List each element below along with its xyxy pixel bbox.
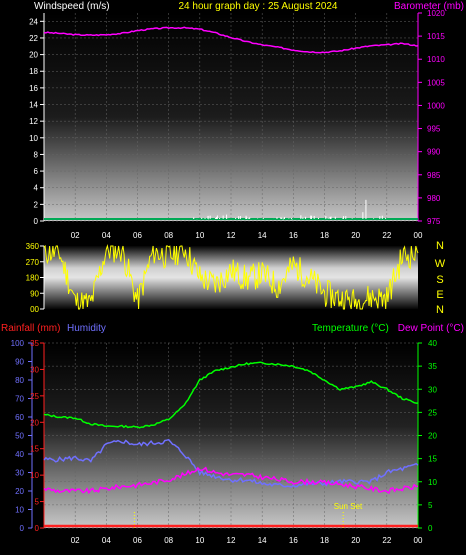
hour-tick-label: 08 — [164, 231, 173, 240]
windspeed-tick-label: 18 — [29, 67, 38, 76]
temperature-tick-label: 10 — [428, 478, 437, 487]
hour-tick-label: 12 — [227, 231, 236, 240]
rainfall-label: Rainfall (mm) — [1, 323, 60, 334]
windspeed-label: Windspeed (m/s) — [34, 1, 110, 12]
hour-tick-label: 00 — [414, 536, 423, 545]
hour-tick-label: 22 — [382, 231, 391, 240]
barometer-tick-label: 990 — [427, 148, 441, 157]
humidity-tick-label: 50 — [15, 432, 24, 441]
compass-n-top: N — [436, 240, 444, 252]
barometer-tick-label: 1005 — [427, 78, 445, 87]
barometer-tick-label: 1015 — [427, 32, 445, 41]
windspeed-tick-label: 12 — [29, 117, 38, 126]
hour-tick-label: 12 — [227, 536, 236, 545]
humidity-tick-label: 80 — [15, 376, 24, 385]
hour-tick-label: 06 — [133, 536, 142, 545]
rainfall-tick-label: 30 — [30, 365, 39, 374]
hour-tick-label: 16 — [289, 231, 298, 240]
windspeed-tick-label: 14 — [29, 101, 38, 110]
barometer-tick-label: 980 — [427, 194, 441, 203]
barometer-tick-label: 1000 — [427, 101, 445, 110]
dewpoint-label: Dew Point (°C) — [398, 323, 464, 334]
windspeed-tick-label: 8 — [34, 150, 39, 159]
rainfall-tick-label: 25 — [30, 392, 39, 401]
barometer-label: Barometer (mb) — [394, 1, 464, 12]
hour-tick-label: 18 — [320, 536, 329, 545]
hour-tick-label: 18 — [320, 231, 329, 240]
weather-graph: 0246810121416182022249759809859909951000… — [1, 1, 464, 545]
sunset-label: Sun Set — [334, 502, 363, 511]
direction-tick-label: 360 — [26, 242, 40, 251]
temperature-tick-label: 35 — [428, 362, 437, 371]
humidity-tick-label: 70 — [15, 395, 24, 404]
hour-tick-label: 02 — [71, 231, 80, 240]
compass-w: W — [435, 258, 446, 270]
hour-tick-label: 14 — [258, 536, 267, 545]
compass-e: E — [436, 289, 443, 301]
windspeed-tick-label: 10 — [29, 134, 38, 143]
temperature-tick-label: 20 — [428, 432, 437, 441]
temperature-label: Temperature (°C) — [312, 323, 389, 334]
temperature-tick-label: 25 — [428, 408, 437, 417]
humidity-tick-label: 20 — [15, 487, 24, 496]
humidity-tick-label: 60 — [15, 413, 24, 422]
compass-n-bottom: N — [436, 304, 444, 316]
direction-tick-label: 00 — [30, 305, 39, 314]
rainfall-tick-label: 35 — [30, 339, 39, 348]
windspeed-tick-label: 16 — [29, 84, 38, 93]
windspeed-tick-label: 0 — [34, 217, 39, 226]
rainfall-tick-label: 0 — [35, 524, 40, 533]
hour-tick-label: 22 — [382, 536, 391, 545]
direction-tick-label: 90 — [30, 289, 39, 298]
humidity-label: Humidity — [67, 323, 106, 334]
humidity-tick-label: 90 — [15, 358, 24, 367]
compass-s: S — [436, 274, 443, 286]
windspeed-tick-label: 4 — [34, 184, 39, 193]
direction-tick-label: 270 — [26, 258, 40, 267]
direction-panel-bg — [44, 246, 418, 309]
humidity-tick-label: 30 — [15, 469, 24, 478]
rainfall-tick-label: 20 — [30, 418, 39, 427]
hour-tick-label: 08 — [164, 536, 173, 545]
hour-tick-label: 00 — [414, 231, 423, 240]
temperature-tick-label: 15 — [428, 455, 437, 464]
humidity-tick-label: 0 — [20, 524, 25, 533]
windspeed-tick-label: 6 — [34, 167, 39, 176]
temperature-tick-label: 0 — [428, 524, 433, 533]
windspeed-tick-label: 24 — [29, 17, 38, 26]
hour-tick-label: 10 — [195, 536, 204, 545]
temperature-tick-label: 30 — [428, 385, 437, 394]
windspeed-tick-label: 2 — [34, 200, 39, 209]
humidity-tick-label: 10 — [15, 506, 24, 515]
barometer-tick-label: 975 — [427, 217, 441, 226]
hour-tick-label: 20 — [351, 231, 360, 240]
hour-tick-label: 04 — [102, 231, 111, 240]
hour-tick-label: 04 — [102, 536, 111, 545]
hour-tick-label: 10 — [195, 231, 204, 240]
humidity-tick-label: 100 — [11, 339, 25, 348]
hour-tick-label: 14 — [258, 231, 267, 240]
hour-tick-label: 16 — [289, 536, 298, 545]
graph-title: 24 hour graph day : 25 August 2024 — [178, 1, 337, 12]
hour-tick-label: 02 — [71, 536, 80, 545]
temperature-tick-label: 5 — [428, 501, 433, 510]
barometer-tick-label: 985 — [427, 171, 441, 180]
temperature-tick-label: 40 — [428, 339, 437, 348]
hour-tick-label: 20 — [351, 536, 360, 545]
windspeed-tick-label: 22 — [29, 34, 38, 43]
barometer-tick-label: 995 — [427, 125, 441, 134]
barometer-tick-label: 1010 — [427, 55, 445, 64]
direction-tick-label: 180 — [26, 274, 40, 283]
humidity-tick-label: 40 — [15, 450, 24, 459]
hour-tick-label: 06 — [133, 231, 142, 240]
rainfall-tick-label: 15 — [30, 445, 39, 454]
windspeed-tick-label: 20 — [29, 51, 38, 60]
rainfall-tick-label: 5 — [35, 498, 40, 507]
rainfall-tick-label: 10 — [30, 471, 39, 480]
